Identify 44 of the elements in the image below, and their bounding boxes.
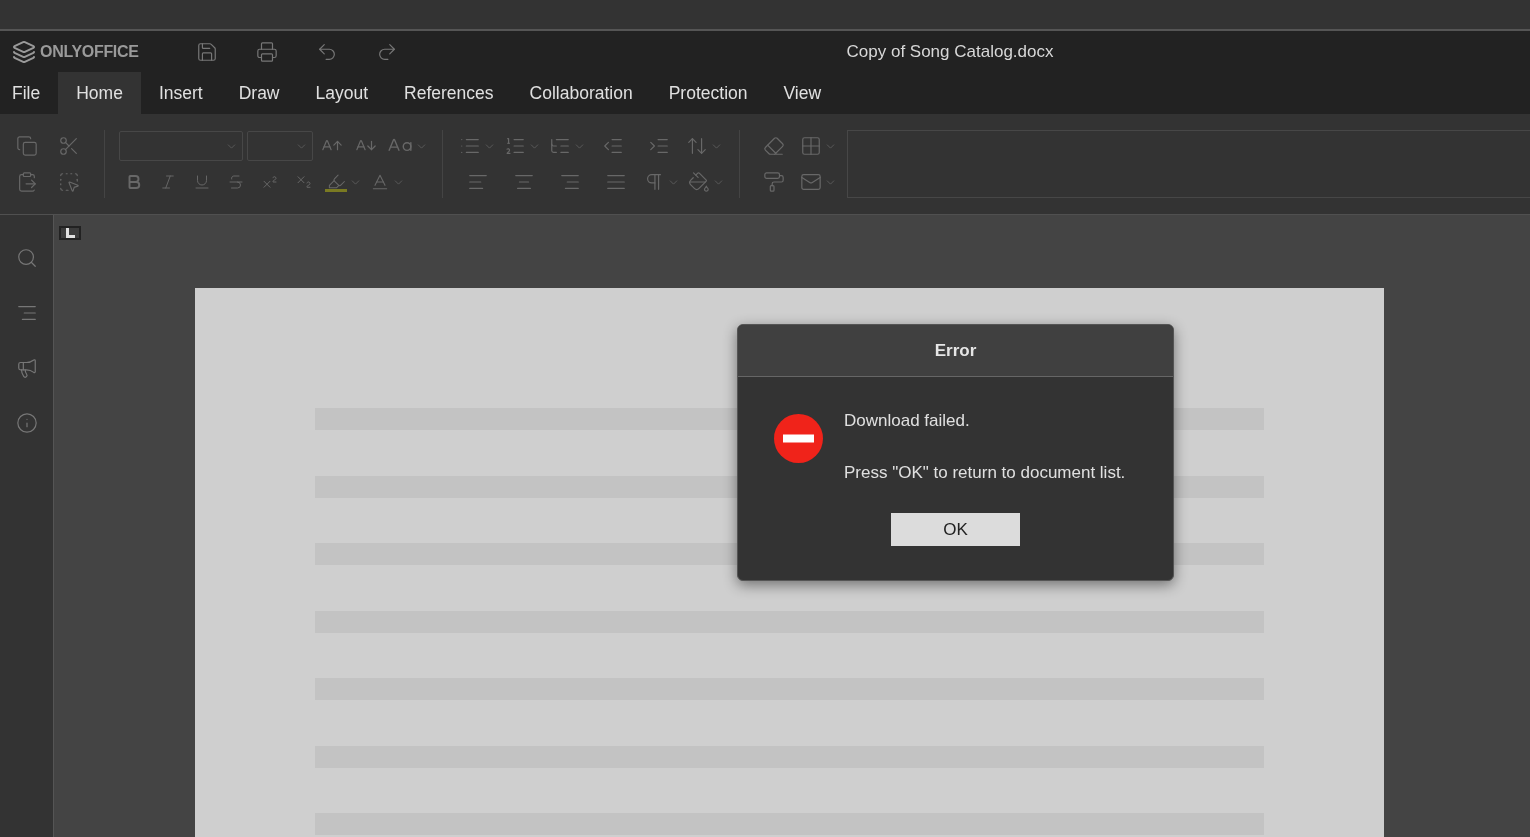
tab-stop-button[interactable]	[59, 226, 81, 240]
menu-tab[interactable]: File	[0, 72, 59, 114]
italic-icon	[159, 173, 177, 191]
error-icon	[774, 414, 823, 463]
search-icon	[15, 247, 38, 269]
corner-icon	[65, 228, 75, 238]
paint-roller-icon	[763, 171, 785, 193]
dashed-cursor-icon	[58, 171, 80, 193]
megaphone-icon	[15, 357, 38, 379]
error-message: Download failed.	[844, 411, 971, 431]
scissors-icon	[58, 135, 80, 157]
ok-button[interactable]: OK	[891, 513, 1020, 546]
document-title: Copy of Song Catalog.docx	[846, 41, 1054, 62]
font-color-icon	[370, 172, 390, 192]
menu-tab[interactable]: Draw	[220, 72, 298, 114]
info-button[interactable]	[15, 412, 38, 434]
highlighter-icon	[326, 172, 346, 191]
envelope-icon	[800, 171, 822, 193]
printer-icon	[256, 40, 278, 63]
underline-icon	[193, 173, 211, 191]
info-icon	[15, 412, 38, 434]
eraser-icon	[763, 135, 785, 157]
feedback-button[interactable]	[15, 357, 38, 379]
strikethrough-icon	[227, 173, 245, 191]
menu-tab[interactable]: Collaboration	[511, 72, 651, 114]
search-button[interactable]	[15, 247, 38, 269]
clipboard-icon	[16, 171, 38, 193]
error-hint: Press "OK" to return to document list.	[844, 463, 1126, 483]
line-spacing-icon	[686, 135, 708, 157]
logo-icon	[12, 39, 36, 64]
superscript-icon	[261, 173, 279, 191]
grid-icon	[800, 135, 822, 157]
menu-tab[interactable]: Insert	[140, 72, 221, 114]
menu-tab[interactable]: References	[386, 72, 512, 114]
paint-bucket-icon	[688, 171, 710, 193]
copy-icon	[16, 135, 38, 157]
menu-tab[interactable]: Protection	[650, 72, 766, 114]
menu-tab[interactable]: Home	[58, 72, 141, 114]
dialog-title: Error	[738, 325, 1173, 377]
menu-tab[interactable]: Layout	[297, 72, 387, 114]
logo-text: ONLYOFFICE	[40, 42, 139, 61]
subscript-icon	[295, 173, 313, 191]
menu-tab[interactable]: View	[765, 72, 840, 114]
numbered-list-icon	[504, 135, 526, 157]
